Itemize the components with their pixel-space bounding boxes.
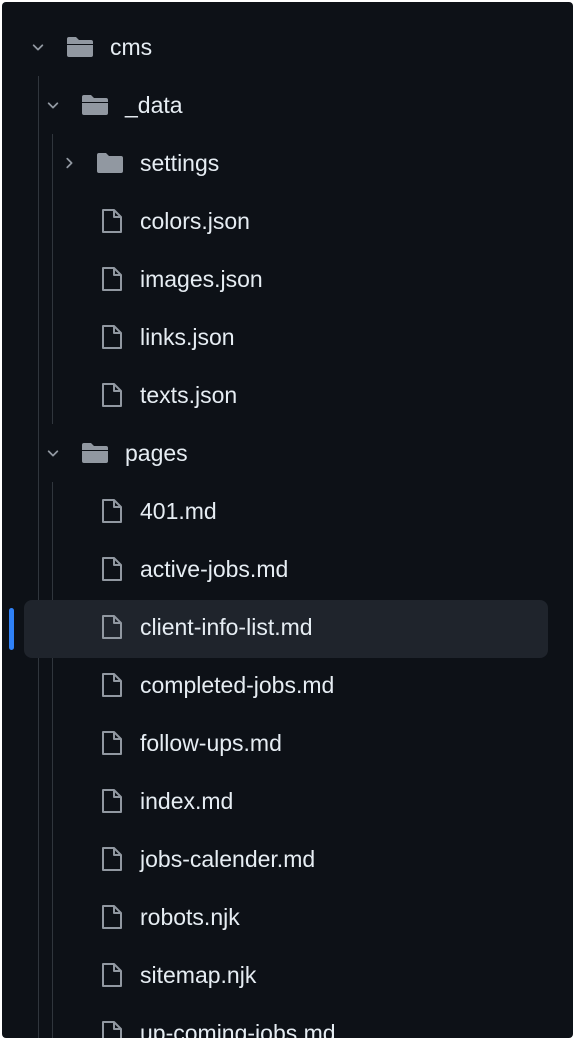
file-icon [102,383,122,407]
file-icon [102,847,122,871]
file-icon [102,557,122,581]
chevron-down-icon[interactable] [31,40,45,54]
tree-item-file[interactable]: index.md [2,772,573,830]
tree-item-file[interactable]: 401.md [2,482,573,540]
tree-item-file[interactable]: robots.njk [2,888,573,946]
tree-item-label: texts.json [140,382,238,408]
tree-item-file[interactable]: follow-ups.md [2,714,573,772]
file-icon [102,209,122,233]
tree-item-label: index.md [140,788,234,814]
folder-open-icon [67,37,93,57]
file-icon [102,1021,122,1038]
file-icon [102,905,122,929]
file-icon [102,267,122,291]
file-icon [102,615,122,639]
tree-item-label: pages [125,440,188,466]
file-icon [102,673,122,697]
tree-item-label: sitemap.njk [140,962,257,988]
file-icon [102,325,122,349]
file-icon [102,789,122,813]
tree-item-label: colors.json [140,208,250,234]
tree-item-label: jobs-calender.md [140,846,316,872]
tree-item-settings[interactable]: settings [2,134,573,192]
tree-item-label: active-jobs.md [140,556,289,582]
tree-item-label: 401.md [140,498,217,524]
chevron-right-icon[interactable] [62,156,76,170]
folder-open-icon [82,95,108,115]
tree-item-file[interactable]: colors.json [2,192,573,250]
tree-item-label: images.json [140,266,263,292]
tree-item-file[interactable]: up-coming-jobs.md [2,1004,573,1038]
tree-item-file[interactable]: texts.json [2,366,573,424]
tree-item-data[interactable]: _data [2,76,573,134]
chevron-down-icon[interactable] [46,446,60,460]
folder-icon [97,153,123,173]
tree-item-pages[interactable]: pages [2,424,573,482]
tree-item-label: settings [140,150,220,176]
file-icon [102,731,122,755]
tree-item-file[interactable]: links.json [2,308,573,366]
file-icon [102,499,122,523]
tree-item-label: robots.njk [140,904,240,930]
tree-item-cms[interactable]: cms [2,18,573,76]
tree-item-file[interactable]: active-jobs.md [2,540,573,598]
folder-open-icon [82,443,108,463]
chevron-down-icon[interactable] [46,98,60,112]
tree-item-file[interactable]: sitemap.njk [2,946,573,1004]
tree-item-file[interactable]: completed-jobs.md [2,656,573,714]
tree-item-label: client-info-list.md [140,614,313,640]
tree-item-file[interactable]: jobs-calender.md [2,830,573,888]
tree-item-label: up-coming-jobs.md [140,1020,336,1038]
tree-item-label: _data [125,92,183,118]
tree-item-file-selected[interactable]: client-info-list.md [2,598,573,656]
tree-item-label: links.json [140,324,235,350]
tree-item-file[interactable]: images.json [2,250,573,308]
file-tree-panel: cms _data settings colors.json images.js… [2,2,573,1038]
tree-item-label: cms [110,34,153,60]
file-icon [102,963,122,987]
tree-item-label: completed-jobs.md [140,672,335,698]
tree-item-label: follow-ups.md [140,730,282,756]
